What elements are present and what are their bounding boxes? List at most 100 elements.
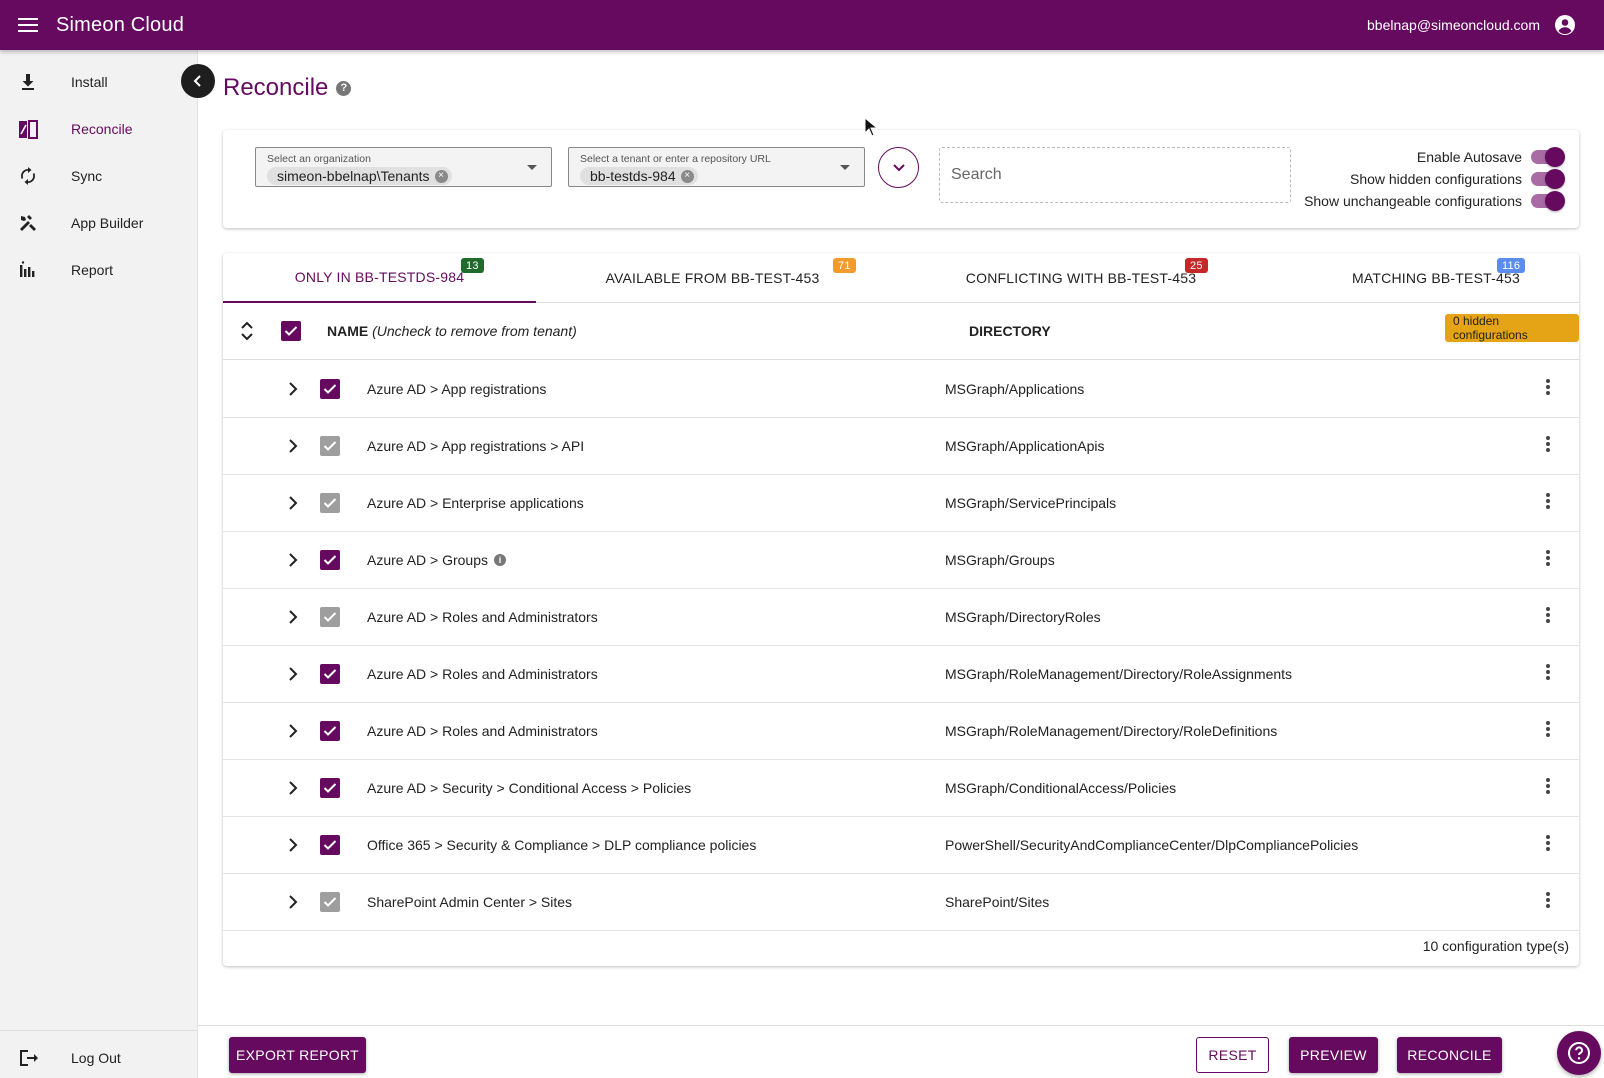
- info-icon[interactable]: i: [494, 554, 507, 566]
- clear-chip-icon[interactable]: ×: [680, 169, 694, 183]
- hidden-configurations-badge[interactable]: 0 hidden configurations: [1445, 314, 1579, 342]
- row-checkbox[interactable]: [320, 835, 340, 855]
- row-checkbox[interactable]: [320, 550, 340, 570]
- name-column-header[interactable]: NAME (Uncheck to remove from tenant): [327, 323, 577, 339]
- table-row[interactable]: Azure AD > Roles and Administrators MSGra…: [223, 646, 1579, 703]
- export-report-button[interactable]: EXPORT REPORT: [229, 1037, 366, 1073]
- chevron-down-icon: [892, 163, 905, 171]
- help-fab-button[interactable]: [1557, 1031, 1601, 1075]
- autosave-toggle-row: Enable Autosave: [1304, 146, 1565, 168]
- table-row[interactable]: Azure AD > Roles and Administrators MSGra…: [223, 589, 1579, 646]
- chevron-right-icon[interactable]: [285, 721, 301, 741]
- build-tools-icon: [17, 212, 39, 234]
- chevron-right-icon[interactable]: [285, 664, 301, 684]
- autosave-switch[interactable]: [1531, 147, 1565, 167]
- row-checkbox[interactable]: [320, 379, 340, 399]
- reset-button[interactable]: RESET: [1196, 1037, 1269, 1073]
- row-directory: MSGraph/ServicePrincipals: [945, 495, 1117, 511]
- tenant-select-label: Select a tenant or enter a repository UR…: [580, 153, 771, 165]
- chevron-left-icon: [193, 75, 201, 87]
- chevron-right-icon[interactable]: [285, 835, 301, 855]
- chevron-right-icon[interactable]: [285, 607, 301, 627]
- sidebar-item-label: App Builder: [71, 215, 144, 231]
- select-all-checkbox[interactable]: [281, 321, 301, 341]
- row-checkbox[interactable]: [320, 493, 340, 513]
- row-checkbox[interactable]: [320, 664, 340, 684]
- dropdown-arrow-icon[interactable]: [527, 165, 537, 170]
- expand-filters-button[interactable]: [878, 147, 919, 188]
- row-directory: MSGraph/ApplicationApis: [945, 438, 1105, 454]
- more-options-icon[interactable]: [1542, 718, 1554, 740]
- row-checkbox[interactable]: [320, 436, 340, 456]
- table-row[interactable]: Azure AD > App registrations > API MSGrap…: [223, 418, 1579, 475]
- more-options-icon[interactable]: [1542, 775, 1554, 797]
- chevron-right-icon[interactable]: [285, 493, 301, 513]
- show-hidden-switch[interactable]: [1531, 169, 1565, 189]
- organization-select[interactable]: Select an organization simeon-bbelnap\Te…: [255, 147, 552, 187]
- sidebar-item-reconcile[interactable]: Reconcile: [0, 107, 198, 151]
- download-icon: [17, 71, 39, 93]
- row-checkbox[interactable]: [320, 778, 340, 798]
- collapse-sidebar-button[interactable]: [181, 64, 215, 98]
- chevron-right-icon[interactable]: [285, 778, 301, 798]
- row-directory: MSGraph/Applications: [945, 381, 1085, 397]
- expand-collapse-all-icon[interactable]: [237, 319, 257, 343]
- sidebar-item-logout[interactable]: Log Out: [0, 1036, 198, 1078]
- more-options-icon[interactable]: [1542, 661, 1554, 683]
- clear-chip-icon[interactable]: ×: [434, 169, 448, 183]
- sidebar-item-install[interactable]: Install: [0, 60, 198, 104]
- row-name-text: Azure AD > Roles and Administrators: [367, 666, 598, 682]
- sidebar-item-sync[interactable]: Sync: [0, 154, 198, 198]
- table-row[interactable]: Azure AD > Security > Conditional Access…: [223, 760, 1579, 817]
- logout-label: Log Out: [71, 1050, 121, 1066]
- table-row[interactable]: Office 365 > Security & Compliance > DLP…: [223, 817, 1579, 874]
- more-options-icon[interactable]: [1542, 889, 1554, 911]
- more-options-icon[interactable]: [1542, 433, 1554, 455]
- help-circle-icon: [1568, 1042, 1590, 1064]
- check-icon: [323, 441, 337, 451]
- toggle-label: Show hidden configurations: [1349, 171, 1522, 187]
- table-row[interactable]: Azure AD > Groups i MSGraph/Groups: [223, 532, 1579, 589]
- row-checkbox[interactable]: [320, 607, 340, 627]
- user-email[interactable]: bbelnap@simeoncloud.com: [1367, 17, 1540, 33]
- row-name: Azure AD > App registrations: [367, 381, 546, 397]
- chevron-right-icon[interactable]: [285, 892, 301, 912]
- sidebar-item-app-builder[interactable]: App Builder: [0, 201, 198, 245]
- sync-icon: [17, 165, 39, 187]
- chevron-right-icon[interactable]: [285, 379, 301, 399]
- chevron-right-icon[interactable]: [285, 436, 301, 456]
- table-row[interactable]: Azure AD > Enterprise applications MSGrap…: [223, 475, 1579, 532]
- tab-count-badge: 116: [1497, 258, 1526, 273]
- more-options-icon[interactable]: [1542, 490, 1554, 512]
- table-row[interactable]: Azure AD > Roles and Administrators MSGra…: [223, 703, 1579, 760]
- tab-conflicting-with[interactable]: CONFLICTING WITH BB-TEST-453 25: [923, 253, 1239, 303]
- row-checkbox[interactable]: [320, 892, 340, 912]
- table-row[interactable]: Azure AD > App registrations MSGraph/Appl…: [223, 361, 1579, 418]
- account-circle-icon[interactable]: [1554, 14, 1576, 36]
- logout-icon: [17, 1047, 39, 1069]
- reconcile-button[interactable]: RECONCILE: [1397, 1037, 1502, 1073]
- chevron-right-icon[interactable]: [285, 550, 301, 570]
- more-options-icon[interactable]: [1542, 376, 1554, 398]
- row-checkbox[interactable]: [320, 721, 340, 741]
- preview-button[interactable]: PREVIEW: [1289, 1037, 1378, 1073]
- more-options-icon[interactable]: [1542, 604, 1554, 626]
- tenant-select[interactable]: Select a tenant or enter a repository UR…: [568, 147, 865, 187]
- sidebar-item-report[interactable]: Report: [0, 248, 198, 292]
- more-options-icon[interactable]: [1542, 547, 1554, 569]
- tab-only-in-tenant[interactable]: ONLY IN BB-TESTDS-984 13: [223, 253, 536, 303]
- dropdown-arrow-icon[interactable]: [840, 165, 850, 170]
- show-unchangeable-switch[interactable]: [1531, 191, 1565, 211]
- table-row[interactable]: SharePoint Admin Center > Sites SharePoin…: [223, 874, 1579, 931]
- search-input[interactable]: [939, 147, 1291, 203]
- help-icon[interactable]: ?: [336, 80, 352, 96]
- tab-count-badge: 25: [1185, 258, 1208, 273]
- check-icon: [323, 384, 337, 394]
- tab-matching[interactable]: MATCHING BB-TEST-453 116: [1293, 253, 1579, 303]
- menu-icon[interactable]: [0, 0, 56, 50]
- tab-available-from[interactable]: AVAILABLE FROM BB-TEST-453 71: [560, 253, 865, 303]
- more-options-icon[interactable]: [1542, 832, 1554, 854]
- directory-column-header[interactable]: DIRECTORY: [969, 323, 1051, 339]
- filter-panel: Select an organization simeon-bbelnap\Te…: [223, 130, 1579, 228]
- row-name-text: Azure AD > Enterprise applications: [367, 495, 584, 511]
